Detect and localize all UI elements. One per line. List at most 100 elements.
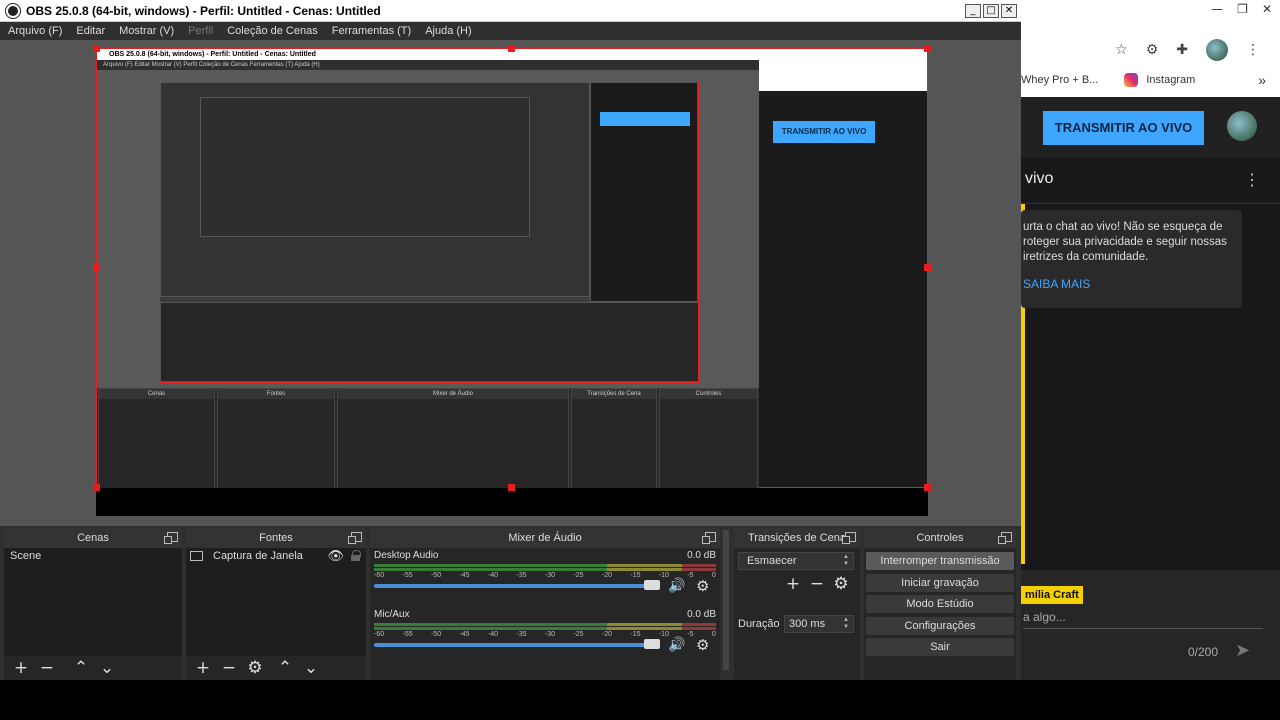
resize-handle[interactable]: [924, 484, 931, 491]
nested-dock-scenes: Cenas: [98, 388, 215, 489]
bookmark-instagram[interactable]: Instagram: [1146, 74, 1195, 86]
docks-scrollbar[interactable]: [723, 530, 729, 670]
preview-area[interactable]: OBS 25.0.8 (64-bit, windows) - Perfil: U…: [0, 40, 1021, 526]
menu-editar[interactable]: Editar: [76, 25, 105, 37]
extension-icon[interactable]: ⚙: [1146, 42, 1159, 58]
controls-title: Controles: [916, 532, 964, 544]
puzzle-icon[interactable]: ✚: [1176, 42, 1188, 58]
volume-slider-handle[interactable]: [644, 580, 660, 590]
nested-dock-sources: Fontes: [217, 388, 335, 489]
menu-kebab-icon[interactable]: ⋮: [1246, 42, 1260, 58]
remove-icon[interactable]: −: [38, 658, 56, 678]
duration-spinbox[interactable]: 300 ms ▲ ▼: [784, 615, 854, 633]
menu-colecao[interactable]: Coleção de Cenas: [227, 25, 318, 37]
source-label: Captura de Janela: [213, 550, 303, 562]
nested-docks: Cenas Fontes Mixer de Áudio Transições d…: [97, 388, 759, 489]
nested-live-button: TRANSMITIR AO VIVO: [773, 121, 875, 143]
obs-logo-icon: [6, 3, 20, 18]
eye-icon[interactable]: 👁: [327, 549, 344, 564]
resize-handle[interactable]: [93, 484, 100, 491]
gear-icon[interactable]: ⚙: [246, 658, 264, 678]
scenes-header: Cenas: [4, 528, 182, 548]
lock-icon[interactable]: [351, 550, 361, 561]
volume-slider[interactable]: [374, 584, 660, 588]
menu-arquivo[interactable]: Arquivo (F): [8, 25, 62, 37]
bookmarks-bar: Whey Pro + B... Instagram »: [1021, 68, 1280, 92]
exit-button[interactable]: Sair: [866, 638, 1014, 656]
resize-handle[interactable]: [924, 264, 931, 271]
menu-ajuda[interactable]: Ajuda (H): [425, 25, 471, 37]
go-live-button[interactable]: TRANSMITIR AO VIVO: [1043, 111, 1204, 145]
popout-icon[interactable]: [348, 532, 362, 544]
nested-dock-transitions: Transições de Cena: [571, 388, 657, 489]
send-icon[interactable]: ➤: [1235, 640, 1250, 661]
add-icon[interactable]: +: [12, 658, 30, 678]
popout-icon[interactable]: [164, 532, 178, 544]
popout-icon[interactable]: [702, 532, 716, 544]
learn-more-link[interactable]: SAIBA MAIS: [1023, 277, 1090, 291]
bottom-black-bar: [0, 680, 1280, 720]
restore-icon[interactable]: ❐: [1237, 2, 1248, 16]
settings-button[interactable]: Configurações: [866, 617, 1014, 635]
move-down-icon[interactable]: ⌄: [98, 658, 116, 678]
menu-bar: Arquivo (F) Editar Mostrar (V) Perfil Co…: [0, 22, 1021, 40]
move-up-icon[interactable]: ⌃: [72, 658, 90, 678]
minimize-button[interactable]: _: [965, 4, 981, 18]
menu-mostrar[interactable]: Mostrar (V): [119, 25, 174, 37]
menu-perfil[interactable]: Perfil: [188, 25, 213, 37]
maximize-button[interactable]: □: [983, 4, 999, 18]
gear-icon[interactable]: ⚙: [696, 577, 709, 595]
bookmark-whey[interactable]: Whey Pro + B...: [1021, 74, 1098, 86]
input-underline: [1023, 628, 1263, 629]
resize-handle[interactable]: [924, 45, 931, 52]
volume-slider[interactable]: [374, 643, 660, 647]
source-item[interactable]: Captura de Janela 👁: [186, 548, 366, 564]
menu-ferramentas[interactable]: Ferramentas (T): [332, 25, 411, 37]
stop-streaming-button[interactable]: Interromper transmissão: [866, 552, 1014, 570]
move-up-icon[interactable]: ⌃: [276, 658, 294, 678]
resize-handle[interactable]: [508, 484, 515, 491]
nested-dock-controls: Controles: [659, 388, 758, 489]
minimize-icon[interactable]: —: [1211, 2, 1223, 16]
remove-icon[interactable]: −: [808, 574, 826, 594]
add-icon[interactable]: +: [784, 574, 802, 594]
add-icon[interactable]: +: [194, 658, 212, 678]
meter-ticks: -60 -55 -50 -45 -40 -35 -30 -25 -20 -15 -10 -5 0: [374, 572, 716, 579]
youtube-header: TRANSMITIR AO VIVO: [1021, 97, 1280, 157]
speaker-icon[interactable]: 🔊: [668, 637, 685, 653]
volume-meter: [374, 623, 716, 631]
close-button[interactable]: ✕: [1001, 4, 1017, 18]
window-title: OBS 25.0.8 (64-bit, windows) - Perfil: U…: [26, 3, 381, 18]
preview-canvas[interactable]: OBS 25.0.8 (64-bit, windows) - Perfil: U…: [96, 48, 928, 489]
gear-icon[interactable]: ⚙: [832, 574, 850, 594]
docks-area: Cenas Scene + − ⌃ ⌄ Fontes Captura de Ja…: [0, 526, 1021, 680]
transitions-header: Transições de Cena: [734, 528, 860, 548]
transitions-title: Transições de Cena: [747, 532, 847, 544]
move-down-icon[interactable]: ⌄: [302, 658, 320, 678]
chevron-up-down-icon: ▲ ▼: [843, 617, 849, 630]
volume-slider-handle[interactable]: [644, 639, 660, 649]
more-bookmarks-icon[interactable]: »: [1258, 72, 1266, 88]
channel-avatar[interactable]: [1227, 111, 1257, 141]
nested-dock-mixer: Mixer de Áudio: [337, 388, 569, 489]
close-icon[interactable]: ✕: [1262, 2, 1272, 16]
profile-avatar[interactable]: [1206, 39, 1228, 61]
resize-handle[interactable]: [93, 45, 100, 52]
star-icon[interactable]: ☆: [1115, 42, 1128, 58]
gear-icon[interactable]: ⚙: [696, 636, 709, 654]
chat-menu-icon[interactable]: ⋮: [1244, 170, 1260, 189]
remove-icon[interactable]: −: [220, 658, 238, 678]
speaker-icon[interactable]: 🔊: [668, 578, 685, 594]
studio-mode-button[interactable]: Modo Estúdio: [866, 595, 1014, 613]
start-recording-button[interactable]: Iniciar gravação: [866, 574, 1014, 592]
resize-handle[interactable]: [93, 264, 100, 271]
channel-db: 0.0 dB: [687, 550, 716, 561]
chat-input[interactable]: a algo...: [1023, 610, 1066, 624]
obs-window: OBS 25.0.8 (64-bit, windows) - Perfil: U…: [0, 0, 1021, 680]
transition-select[interactable]: Esmaecer ▲ ▼: [738, 552, 854, 570]
popout-icon[interactable]: [842, 532, 856, 544]
scene-item[interactable]: Scene: [4, 548, 182, 564]
mixer-dock: Mixer de Áudio Desktop Audio 0.0 dB -60-…: [370, 528, 720, 680]
resize-handle[interactable]: [508, 45, 515, 52]
popout-icon[interactable]: [998, 532, 1012, 544]
